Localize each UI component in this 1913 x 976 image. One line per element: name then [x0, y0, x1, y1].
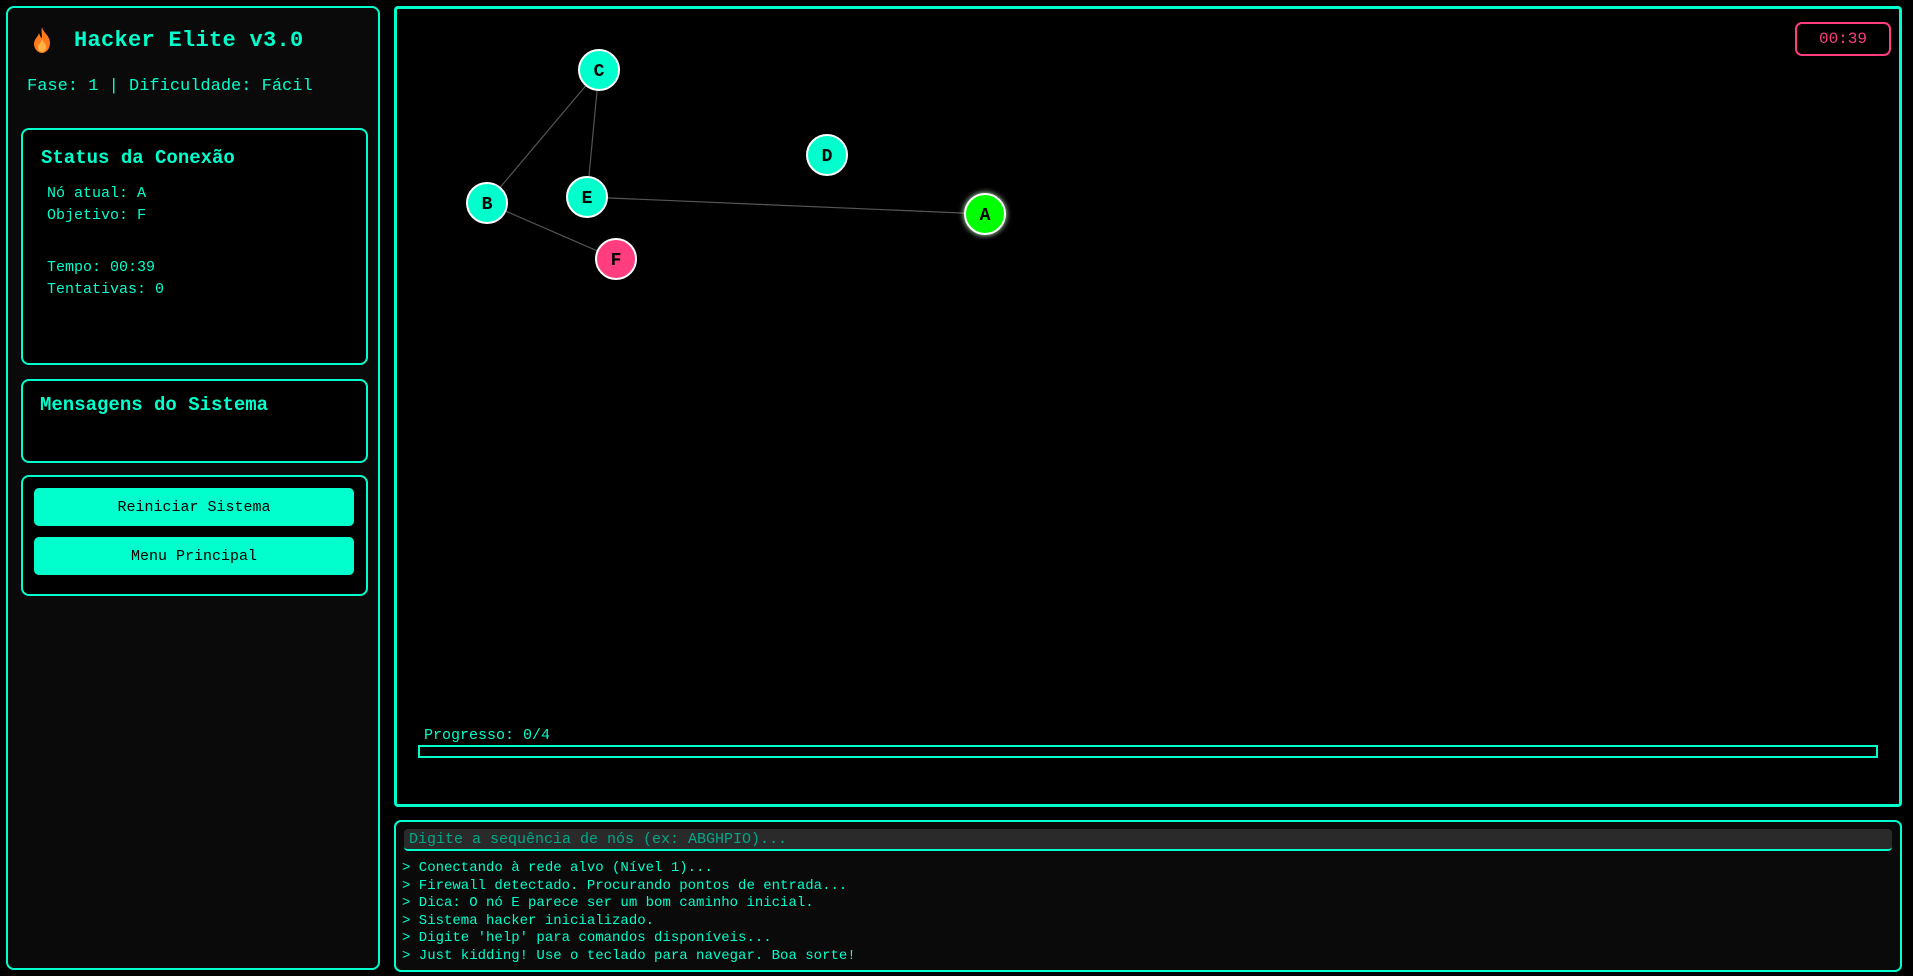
node-label: E	[582, 189, 593, 209]
log-line: > Sistema hacker inicializado.	[402, 912, 655, 929]
restart-system-button[interactable]: Reiniciar Sistema	[34, 488, 354, 526]
attempts-text: Tentativas: 0	[47, 281, 165, 298]
sidebar: Hacker Elite v3.0 Fase: 1 | Dificuldade:…	[6, 6, 380, 970]
game-area: C D B E A F 00:39 Progresso: 0/4	[394, 6, 1902, 807]
node-e[interactable]: E	[566, 176, 608, 218]
connection-status-panel: Status da Conexão Nó atual: A Objetivo: …	[21, 128, 368, 365]
flame-icon	[34, 27, 50, 53]
node-a[interactable]: A	[964, 193, 1006, 235]
node-b[interactable]: B	[466, 182, 508, 224]
log-line: > Digite 'help' para comandos disponívei…	[402, 930, 772, 946]
node-d[interactable]: D	[806, 134, 848, 176]
panel-title: Mensagens do Sistema	[40, 394, 269, 416]
node-label: A	[980, 206, 991, 226]
terminal: > Conectando à rede alvo (Nível 1)... > …	[394, 820, 1902, 972]
app-title-text: Hacker Elite v3.0	[74, 27, 304, 53]
terminal-log: > Conectando à rede alvo (Nível 1)... > …	[402, 860, 856, 965]
node-c[interactable]: C	[578, 49, 620, 91]
edge-e-a	[586, 196, 986, 215]
node-f[interactable]: F	[595, 238, 637, 280]
objective-text: Objetivo: F	[47, 207, 147, 224]
network-graph: C D B E A F	[466, 49, 1006, 280]
node-label: F	[611, 251, 622, 271]
main-menu-button[interactable]: Menu Principal	[34, 537, 354, 575]
node-label: C	[594, 62, 605, 82]
log-line: > Firewall detectado. Procurando pontos …	[402, 877, 848, 894]
command-input[interactable]	[404, 829, 1892, 851]
log-line: > Dica: O nó E parece ser um bom caminho…	[402, 895, 814, 911]
progress-bar	[418, 745, 1878, 758]
panel-title: Status da Conexão	[41, 147, 235, 169]
log-line: > Just kidding! Use o teclado para naveg…	[402, 947, 856, 964]
app-title: Hacker Elite v3.0	[30, 26, 304, 54]
node-label: B	[482, 195, 493, 215]
current-node-text: Nó atual: A	[47, 185, 147, 202]
actions-panel: Reiniciar Sistema Menu Principal	[21, 475, 368, 596]
log-line: > Conectando à rede alvo (Nível 1)...	[402, 860, 713, 876]
node-label: D	[822, 147, 833, 167]
timer-display: 00:39	[1795, 22, 1891, 56]
phase-info: Fase: 1 | Dificuldade: Fácil	[27, 77, 313, 96]
progress-label: Progresso: 0/4	[424, 727, 551, 744]
time-text: Tempo: 00:39	[47, 259, 156, 276]
system-messages-panel: Mensagens do Sistema	[21, 379, 368, 463]
